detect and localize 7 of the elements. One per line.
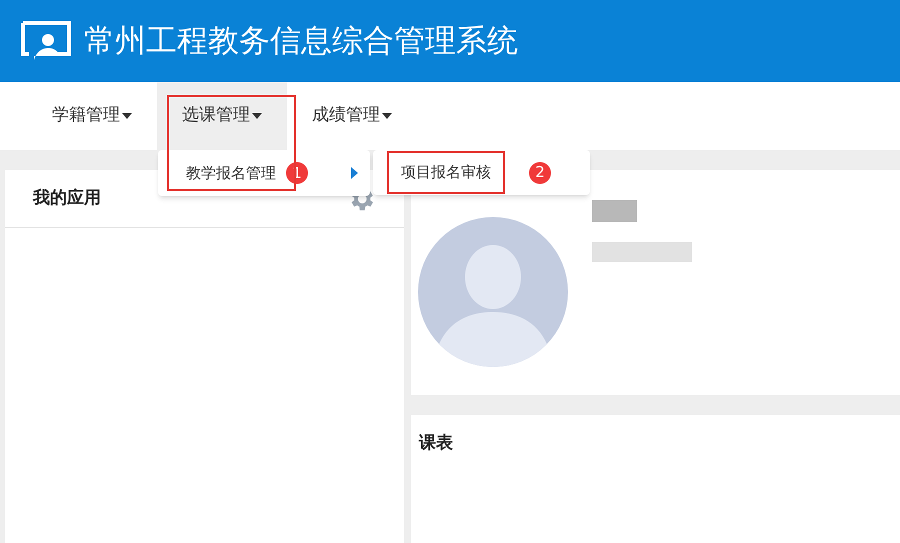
nav-menu-item[interactable]: 选课管理 xyxy=(157,82,287,150)
menu-item[interactable]: 教学报名管理 xyxy=(186,162,276,184)
menu-item[interactable]: 项目报名审核 xyxy=(387,151,505,194)
card-title: 课表 xyxy=(419,432,454,455)
card-title: 我的应用 xyxy=(33,186,101,210)
system-title: 常州工程教务信息综合管理系统 xyxy=(84,22,518,61)
step-badge: 2 xyxy=(529,162,551,184)
